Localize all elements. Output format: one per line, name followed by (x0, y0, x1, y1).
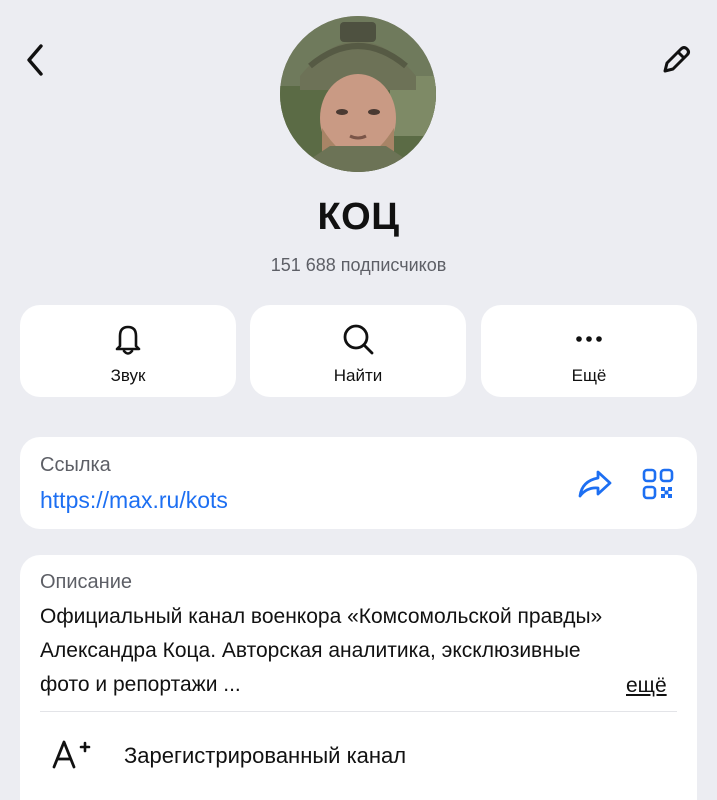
edit-button[interactable] (654, 40, 698, 80)
action-buttons: Звук Найти Ещё (20, 305, 697, 397)
registered-channel-icon (52, 737, 92, 771)
channel-avatar[interactable] (280, 16, 436, 172)
divider (40, 711, 677, 712)
description-card: Описание Официальный канал военкора «Ком… (20, 555, 697, 800)
link-card: Ссылка https://max.ru/kots (20, 437, 697, 529)
channel-profile-page: КОЦ 151 688 подписчиков Звук Найти Ещё С… (0, 0, 717, 800)
registered-channel-label: Зарегистрированный канал (124, 743, 407, 768)
chevron-left-icon (27, 44, 43, 76)
link-caption: Ссылка (40, 454, 111, 476)
back-button[interactable] (18, 40, 52, 80)
more-button[interactable]: Ещё (481, 305, 697, 397)
more-label: Ещё (571, 366, 607, 385)
pencil-icon (663, 46, 690, 73)
registered-channel-row[interactable]: Зарегистрированный канал (20, 725, 697, 785)
subscriber-count: 151 688 подписчиков (270, 255, 447, 275)
description-more-link[interactable]: ещё (626, 669, 667, 703)
channel-title: КОЦ (317, 196, 400, 238)
sound-button[interactable]: Звук (20, 305, 236, 397)
sound-label: Звук (110, 366, 146, 385)
search-icon (343, 324, 374, 355)
share-arrow-icon (578, 470, 612, 498)
qr-button[interactable] (640, 467, 676, 501)
qr-code-icon (642, 468, 674, 500)
description-text: Официальный канал военкора «Комсомольско… (40, 605, 603, 696)
avatar-photo (280, 16, 436, 172)
channel-link[interactable]: https://max.ru/kots (40, 487, 228, 514)
more-dots-icon (576, 336, 602, 342)
bell-icon (115, 325, 141, 355)
description-caption: Описание (40, 571, 133, 593)
search-button[interactable]: Найти (250, 305, 466, 397)
search-label: Найти (333, 366, 383, 385)
share-button[interactable] (575, 467, 615, 501)
